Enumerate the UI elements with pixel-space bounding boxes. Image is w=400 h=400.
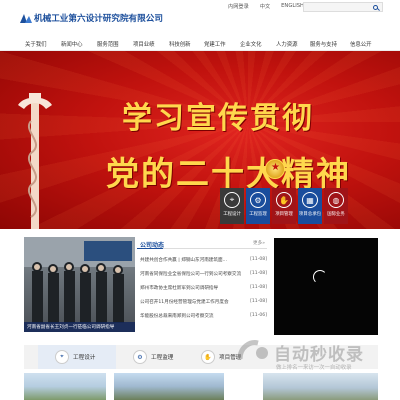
nav-item-about[interactable]: 关于我们 — [25, 40, 47, 48]
tab-label: 工程监理 — [151, 355, 174, 361]
tab-label: 工程设计 — [73, 355, 96, 361]
title-underline — [137, 248, 163, 249]
project-thumbnails — [24, 373, 378, 400]
news-item-date: [11-08] — [250, 271, 267, 276]
quick-links: ⌖ 工程设计 ⚙ 工程监理 ✋ 项目管理 ▦ 项目总承包 ◍ 国际业务 — [220, 188, 350, 226]
quick-link-design[interactable]: ⌖ 工程设计 — [220, 188, 244, 224]
intranet-login-link[interactable]: 内网登录 — [228, 3, 249, 10]
news-item[interactable]: 公司召开11月份经营管理与党建工作月度会 [11-08] — [137, 297, 267, 307]
company-logo[interactable]: 机械工业第六设计研究院有限公司 — [20, 12, 163, 24]
nav-item-services[interactable]: 服务范围 — [97, 40, 119, 48]
news-item[interactable]: 河南省同保险业全省保险公司一行到公司考察交流 [11-08] — [137, 269, 267, 279]
project-thumbnail[interactable] — [24, 373, 106, 400]
quick-link-management[interactable]: ✋ 项目管理 — [272, 188, 296, 224]
hero-banner[interactable]: 学习宣传贯彻 党的二十大精神 ⌖ 工程设计 ⚙ 工程监理 ✋ 项目管理 ▦ 项目… — [0, 51, 400, 229]
search-input[interactable] — [303, 2, 383, 12]
logo-mark-icon — [20, 13, 32, 23]
hand-icon: ✋ — [201, 350, 215, 364]
news-item-title: 河南省同保险业全省保险公司一行到公司考察交流 — [140, 272, 242, 277]
quick-link-epc[interactable]: ▦ 项目总承包 — [298, 188, 322, 224]
photo-caption: 河南省副省长王刘贞一行莅临公司调研指导 — [24, 322, 135, 332]
quick-link-label: 工程监理 — [249, 212, 267, 217]
video-player[interactable] — [274, 238, 378, 335]
globe-icon: ◍ — [328, 192, 344, 208]
gear-icon: ⚙ — [133, 350, 147, 364]
project-thumbnail[interactable] — [263, 373, 378, 400]
company-name: 机械工业第六设计研究院有限公司 — [34, 14, 163, 24]
quick-link-international[interactable]: ◍ 国际业务 — [324, 188, 348, 224]
nav-item-disclosure[interactable]: 信息公开 — [350, 40, 372, 48]
watermark-subtext: 做上排名一来访一次一自动收录 — [276, 365, 352, 371]
nav-item-culture[interactable]: 企业文化 — [240, 40, 262, 48]
chinese-lang-link[interactable]: 中文 — [260, 3, 270, 10]
news-item-title: 郑州市政协主席杜新军到公司调研指导 — [140, 286, 219, 291]
quick-link-supervision[interactable]: ⚙ 工程监理 — [246, 188, 270, 224]
top-links: 内网登录 中文 ENGLISH — [228, 3, 315, 10]
nav-item-hr[interactable]: 人力资源 — [276, 40, 298, 48]
site-header: 机械工业第六设计研究院有限公司 内网登录 中文 ENGLISH — [0, 0, 400, 37]
nav-item-projects[interactable]: 项目业绩 — [133, 40, 155, 48]
hand-icon: ✋ — [276, 192, 292, 208]
search-icon[interactable] — [373, 5, 378, 10]
news-photo[interactable]: 河南省副省长王刘贞一行莅临公司调研指导 — [24, 237, 135, 332]
watermark-logo-icon — [237, 340, 268, 360]
news-item[interactable]: 华能股份总裁来南郑到公司考察交流 [11-06] — [137, 311, 267, 321]
quick-link-label: 项目管理 — [275, 212, 293, 217]
nav-item-support[interactable]: 服务与支持 — [310, 40, 337, 48]
gear-icon: ⚙ — [250, 192, 266, 208]
meeting-photo — [24, 237, 135, 323]
news-item-date: [11-08] — [250, 299, 267, 304]
news-item-title: 华能股份总裁来南郑到公司考察交流 — [140, 314, 214, 319]
quick-link-label: 项目总承包 — [299, 212, 321, 217]
quick-link-label: 国际业务 — [327, 212, 345, 217]
news-item-date: [11-06] — [250, 313, 267, 318]
huabiao-pillar-icon — [18, 93, 52, 229]
news-item-date: [11-08] — [250, 285, 267, 290]
tab-design[interactable]: ⌖ 工程设计 — [38, 345, 116, 369]
english-lang-link[interactable]: ENGLISH — [281, 3, 304, 10]
loading-spinner-icon — [313, 270, 327, 284]
watermark-text: 自动秒收录 — [274, 345, 364, 365]
news-item-date: [11-08] — [250, 257, 267, 262]
news-header: 公司动态 更多» — [137, 237, 267, 249]
news-item[interactable]: 郑州市政协主席杜新军到公司调研指导 [11-08] — [137, 283, 267, 293]
compass-icon: ⌖ — [55, 350, 69, 364]
nav-item-party[interactable]: 党建工作 — [204, 40, 226, 48]
news-more-link[interactable]: 更多» — [253, 240, 265, 246]
main-nav: 关于我们 新闻中心 服务范围 项目业绩 科技创新 党建工作 企业文化 人力资源 … — [0, 37, 400, 51]
project-thumbnail[interactable] — [114, 373, 224, 400]
news-item-title: 公司召开11月份经营管理与党建工作月度会 — [140, 300, 229, 305]
news-item[interactable]: 共建共创合作共赢 | 郑钢山东河南建筑面... [11-08] — [137, 255, 267, 265]
quick-link-label: 工程设计 — [223, 212, 241, 217]
building-icon: ▦ — [302, 192, 318, 208]
nav-item-news[interactable]: 新闻中心 — [61, 40, 83, 48]
nav-item-innovation[interactable]: 科技创新 — [169, 40, 191, 48]
watermark: 自动秒收录 做上排名一来访一次一自动收录 — [234, 336, 394, 376]
banner-headline-line1: 学习宣传贯彻 — [122, 101, 314, 136]
compass-icon: ⌖ — [224, 192, 240, 208]
news-item-title: 共建共创合作共赢 | 郑钢山东河南建筑面... — [140, 258, 227, 263]
party-emblem-icon — [265, 159, 285, 179]
company-news: 公司动态 更多» 共建共创合作共赢 | 郑钢山东河南建筑面... [11-08]… — [137, 237, 267, 337]
